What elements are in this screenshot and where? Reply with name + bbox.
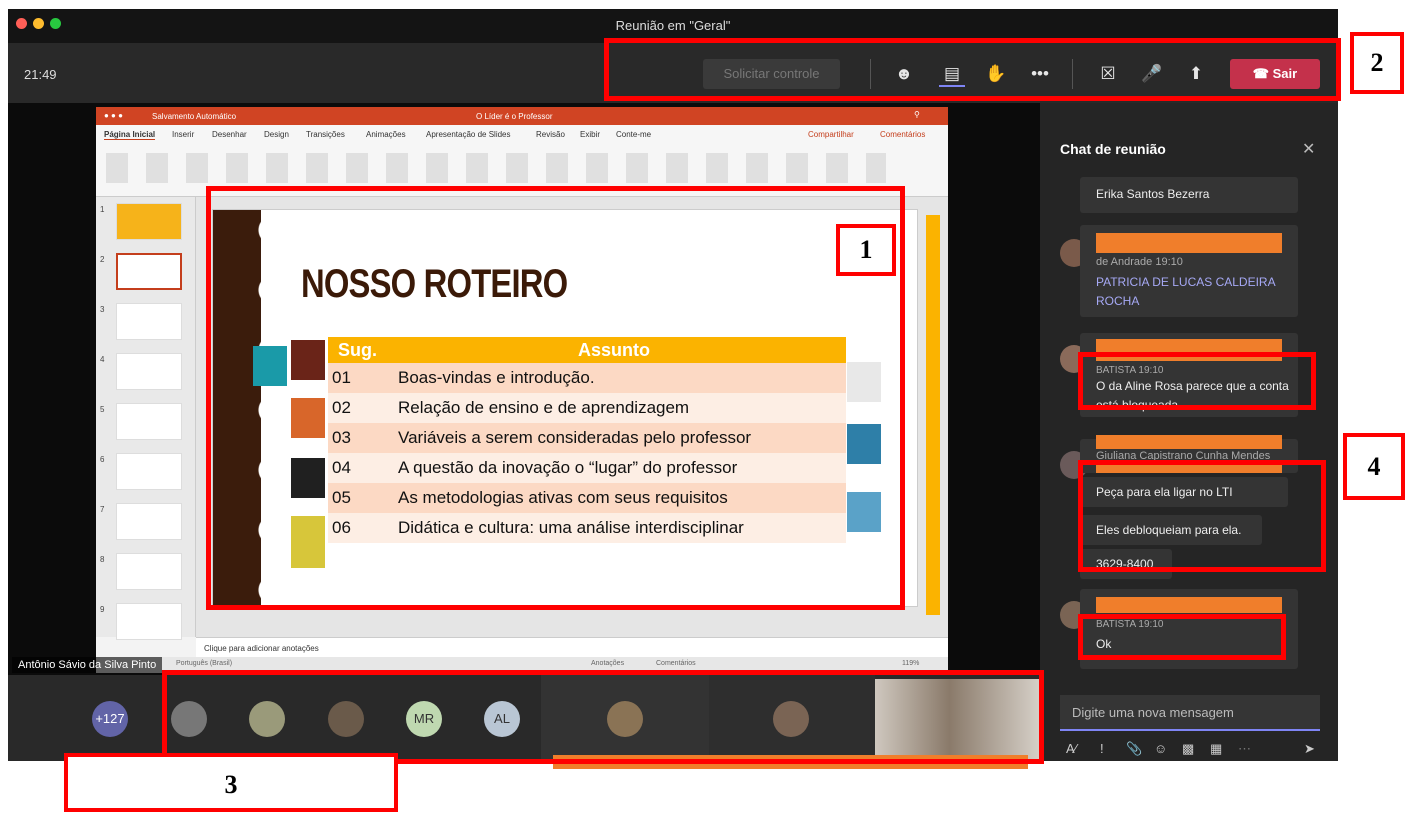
annotation-box-2 bbox=[604, 38, 1341, 101]
meeting-clock: 21:49 bbox=[24, 67, 57, 82]
ppt-tab[interactable]: Design bbox=[264, 130, 289, 139]
slide-thumbnail[interactable] bbox=[116, 503, 182, 540]
message-text: Erika Santos Bezerra bbox=[1096, 187, 1210, 201]
ppt-tab[interactable]: Página Inicial bbox=[104, 130, 156, 140]
ppt-comments-button[interactable]: Comentários bbox=[880, 130, 925, 139]
redaction-bar bbox=[1096, 435, 1282, 449]
message-meta: de Andrade 19:10 bbox=[1096, 256, 1183, 268]
ppt-ribbon-tabs: Página Inicial Inserir Desenhar Design T… bbox=[96, 125, 948, 143]
slide-thumbnail[interactable] bbox=[116, 553, 182, 590]
thumb-number: 5 bbox=[100, 405, 105, 414]
thumb-number: 2 bbox=[100, 255, 105, 264]
thumb-number: 9 bbox=[100, 605, 105, 614]
thumb-number: 8 bbox=[100, 555, 105, 564]
annotation-label-2: 2 bbox=[1350, 32, 1404, 94]
chat-message: de Andrade 19:10 PATRICIA DE LUCAS CALDE… bbox=[1080, 225, 1298, 317]
close-chat-icon[interactable]: ✕ bbox=[1302, 139, 1315, 159]
ppt-tab[interactable]: Conte-me bbox=[616, 130, 651, 139]
slide-thumbnail[interactable] bbox=[116, 303, 182, 340]
status-language: Português (Brasil) bbox=[176, 660, 233, 667]
ppt-tab[interactable]: Inserir bbox=[172, 130, 194, 139]
slide-thumbnail[interactable] bbox=[116, 403, 182, 440]
ppt-autosave: Salvamento Automático bbox=[152, 112, 237, 121]
ppt-window-dots: ● ● ● bbox=[104, 111, 123, 120]
ppt-tab[interactable]: Animações bbox=[366, 130, 406, 139]
more-participants-badge[interactable]: +127 bbox=[92, 701, 128, 737]
annotation-label-1: 1 bbox=[836, 224, 896, 276]
status-comments-button[interactable]: Comentários bbox=[656, 660, 696, 667]
annotation-box-4 bbox=[1078, 460, 1326, 572]
annotation-box-3 bbox=[162, 670, 1044, 764]
slide-side-bar bbox=[926, 215, 940, 615]
redaction-bar bbox=[1096, 597, 1282, 613]
window-title: Reunião em "Geral" bbox=[615, 18, 731, 33]
slide-thumbnail[interactable] bbox=[116, 453, 182, 490]
thumb-number: 6 bbox=[100, 455, 105, 464]
sticker-icon[interactable]: ▩ bbox=[1182, 741, 1194, 757]
chat-message: Erika Santos Bezerra bbox=[1080, 177, 1298, 213]
ppt-tab[interactable]: Revisão bbox=[536, 130, 565, 139]
format-icon[interactable]: A⁄ bbox=[1066, 741, 1077, 756]
redaction-bar bbox=[1096, 233, 1282, 253]
ppt-tab[interactable]: Apresentação de Slides bbox=[426, 130, 511, 139]
send-icon[interactable]: ➤ bbox=[1304, 741, 1315, 757]
ppt-share-button[interactable]: Compartilhar bbox=[808, 130, 854, 139]
chat-compose-tools: A⁄ ! 📎 ☺ ▩ ▦ ⋯ ➤ bbox=[1060, 741, 1330, 759]
status-zoom[interactable]: 119% bbox=[902, 660, 919, 667]
annotation-label-4: 4 bbox=[1343, 433, 1405, 500]
emoji-icon[interactable]: ☺ bbox=[1154, 741, 1167, 756]
thumb-number: 7 bbox=[100, 505, 105, 514]
thumb-number: 3 bbox=[100, 305, 105, 314]
ppt-search-icon[interactable]: ⚲ bbox=[914, 110, 920, 119]
status-notes-button[interactable]: Anotações bbox=[591, 660, 624, 667]
attach-icon[interactable]: 📎 bbox=[1126, 741, 1142, 757]
chat-panel: Chat de reunião ✕ Erika Santos Bezerra d… bbox=[1040, 103, 1338, 761]
thumb-number: 1 bbox=[100, 205, 105, 214]
ppt-titlebar: ● ● ● Salvamento Automático O Líder é o … bbox=[96, 107, 948, 125]
ppt-tab[interactable]: Transições bbox=[306, 130, 345, 139]
slide-thumbnail[interactable] bbox=[116, 203, 182, 240]
slide-thumbnail-selected[interactable] bbox=[116, 253, 182, 290]
annotation-box-chat-1 bbox=[1078, 352, 1316, 410]
ppt-doc-title: O Líder é o Professor bbox=[476, 112, 553, 121]
ppt-tab[interactable]: Exibir bbox=[580, 130, 600, 139]
message-text: PATRICIA DE LUCAS CALDEIRA ROCHA bbox=[1096, 275, 1275, 308]
chat-input[interactable]: Digite uma nova mensagem bbox=[1060, 695, 1320, 731]
slide-thumbnail[interactable] bbox=[116, 353, 182, 390]
ribbon-controls[interactable] bbox=[106, 153, 886, 183]
slide-notes[interactable]: Clique para adicionar anotações bbox=[196, 637, 948, 657]
more-icon[interactable]: ⋯ bbox=[1238, 741, 1251, 757]
chat-title: Chat de reunião bbox=[1060, 141, 1166, 157]
schedule-icon[interactable]: ▦ bbox=[1210, 741, 1222, 757]
slide-thumbnails: 1 2 3 4 5 6 7 8 9 bbox=[96, 197, 196, 640]
ppt-tab[interactable]: Desenhar bbox=[212, 130, 247, 139]
annotation-label-3: 3 bbox=[64, 753, 398, 812]
annotation-box-1 bbox=[206, 186, 905, 610]
thumb-number: 4 bbox=[100, 355, 105, 364]
presenter-name: Antônio Sávio da Silva Pinto bbox=[12, 657, 163, 673]
annotation-box-chat-ok bbox=[1078, 614, 1286, 660]
slide-thumbnail[interactable] bbox=[116, 603, 182, 640]
important-icon[interactable]: ! bbox=[1100, 741, 1104, 756]
